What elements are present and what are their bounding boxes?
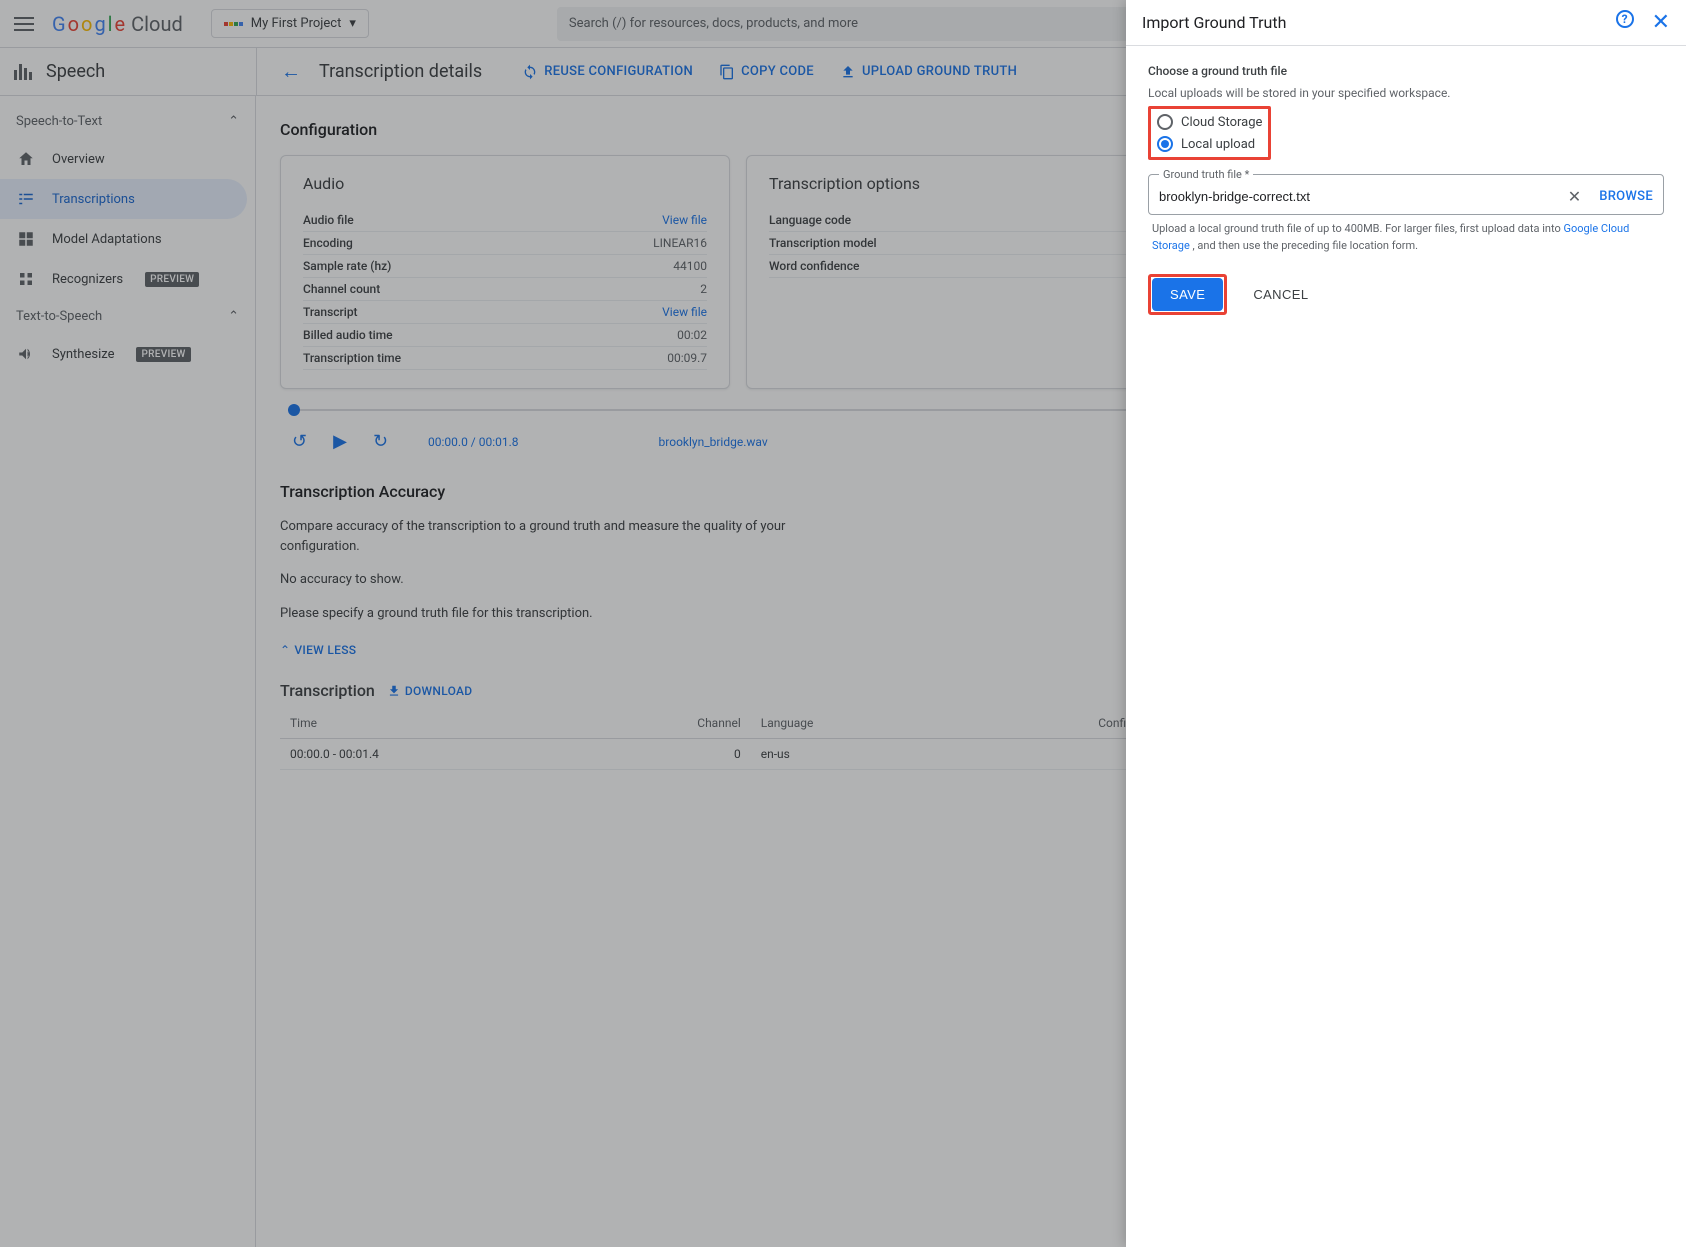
clear-input-icon[interactable]: ✕ <box>1560 187 1589 206</box>
save-button[interactable]: SAVE <box>1152 278 1223 311</box>
radio-group-highlight: Cloud Storage Local upload <box>1148 106 1271 160</box>
ground-truth-file-field[interactable]: Ground truth file * ✕ BROWSE <box>1148 174 1664 215</box>
import-ground-truth-panel: Import Ground Truth ? ✕ Choose a ground … <box>1126 0 1686 1247</box>
radio-unchecked-icon <box>1157 114 1173 130</box>
field-floating-label: Ground truth file * <box>1159 168 1253 181</box>
cancel-button[interactable]: CANCEL <box>1237 278 1324 311</box>
local-upload-sub: Local uploads will be stored in your spe… <box>1148 86 1664 100</box>
radio-local-upload[interactable]: Local upload <box>1157 133 1262 155</box>
panel-title: Import Ground Truth <box>1142 13 1286 32</box>
help-icon[interactable]: ? <box>1616 10 1634 28</box>
save-button-highlight: SAVE <box>1148 274 1227 315</box>
ground-truth-file-input[interactable] <box>1159 189 1560 204</box>
upload-hint: Upload a local ground truth file of up t… <box>1148 221 1664 254</box>
radio-checked-icon <box>1157 136 1173 152</box>
close-icon[interactable]: ✕ <box>1652 10 1670 35</box>
radio-cloud-storage[interactable]: Cloud Storage <box>1157 111 1262 133</box>
choose-file-label: Choose a ground truth file <box>1148 64 1664 78</box>
browse-button[interactable]: BROWSE <box>1589 189 1653 204</box>
